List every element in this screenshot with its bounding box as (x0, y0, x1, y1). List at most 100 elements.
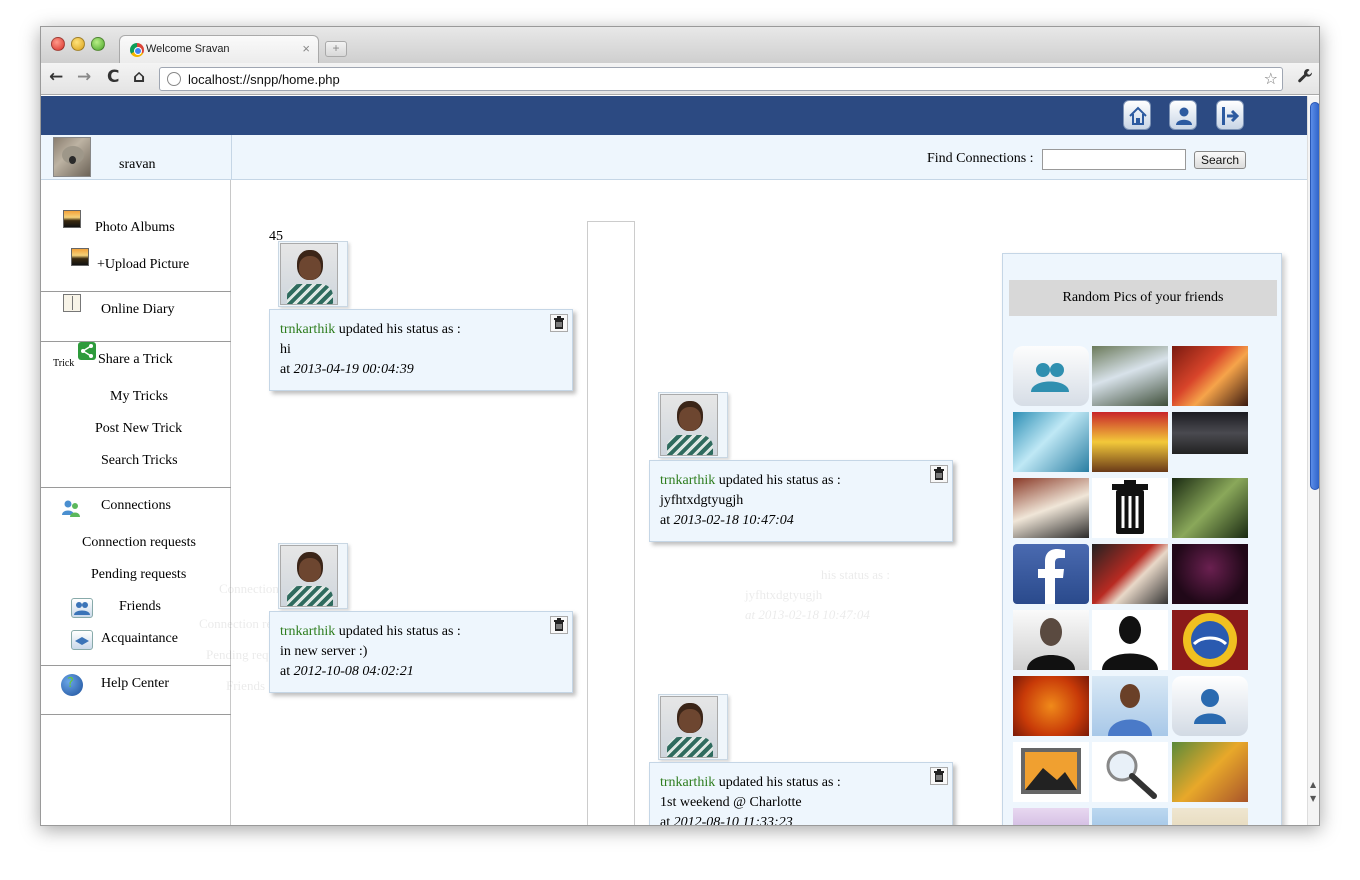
university-seal[interactable] (1172, 610, 1248, 670)
spiderman-photo[interactable] (1172, 346, 1248, 406)
post-action: updated his status as : (335, 322, 461, 337)
sidebar-item-share-trick[interactable]: Share a Trick (98, 352, 173, 368)
profile-icon[interactable] (1169, 100, 1197, 130)
sidebar-item-connections[interactable]: Connections (101, 498, 171, 514)
post-avatar[interactable] (658, 392, 728, 458)
sidebar-item-post-new-trick[interactable]: Post New Trick (95, 421, 182, 437)
group-icon[interactable] (1013, 346, 1089, 406)
list-item: trnkarthik updated his status as : in ne… (269, 611, 573, 693)
tab-welcome[interactable]: Welcome Sravan × (119, 35, 319, 63)
site-header (41, 96, 1307, 135)
facebook-logo[interactable] (1013, 544, 1089, 604)
divider (41, 714, 231, 715)
list-item: trnkarthik updated his status as : jyfht… (649, 460, 953, 542)
spiderman-city-photo[interactable] (1092, 544, 1168, 604)
sidebar-item-photo-albums[interactable]: Photo Albums (95, 220, 175, 236)
scroll-up-icon[interactable]: ▲ (1310, 780, 1316, 789)
sidebar-item-friends[interactable]: Friends (119, 599, 161, 615)
zoom-window-button[interactable] (91, 37, 105, 51)
post-status: hi (280, 342, 291, 357)
orange-flower-photo[interactable] (1013, 676, 1089, 736)
post-header: trnkarthik updated his status as : (660, 471, 942, 491)
chip-dale-photo[interactable] (1092, 412, 1168, 472)
spiderman-wall-photo[interactable] (1013, 478, 1089, 538)
sidebar-item-search-tricks[interactable]: Search Tricks (101, 453, 178, 469)
list-item: trnkarthik updated his status as : 1st w… (649, 762, 953, 825)
post-avatar[interactable] (278, 543, 348, 609)
silhouette-photo[interactable] (1092, 610, 1168, 670)
close-window-button[interactable] (51, 37, 65, 51)
forest-photo[interactable] (1172, 478, 1248, 538)
sidebar-item-acquaintance[interactable]: Acquaintance (101, 631, 178, 647)
wrench-icon[interactable] (1297, 68, 1313, 89)
sidebar-item-pending-requests[interactable]: Pending requests (91, 567, 186, 583)
ghost-text: jyfhtxdgtyugjh (745, 587, 823, 602)
avatar[interactable] (53, 137, 91, 177)
blue-doc-photo[interactable] (1092, 808, 1168, 825)
diary-icon (63, 294, 81, 312)
scroll-down-icon[interactable]: ▼ (1310, 794, 1316, 803)
post-username[interactable]: trnkarthik (280, 322, 335, 337)
trash-icon[interactable] (930, 767, 948, 785)
new-tab-button[interactable]: + (325, 41, 347, 57)
vertical-scrollbar[interactable]: ▲ ▼ (1307, 96, 1319, 825)
search-button[interactable]: Search (1194, 151, 1246, 169)
autumn-photo[interactable] (1172, 742, 1248, 802)
trash-icon[interactable] (1092, 478, 1168, 538)
post-time-prefix: at (280, 664, 294, 679)
post-username[interactable]: trnkarthik (280, 624, 335, 639)
sidebar-item-online-diary[interactable]: Online Diary (101, 302, 174, 318)
post-time: at 2012-10-08 04:02:21 (280, 662, 562, 682)
find-connections-label: Find Connections : (927, 151, 1034, 166)
ghost-text: his status as : (821, 567, 890, 582)
fireworks-photo[interactable] (1172, 544, 1248, 604)
tab-close-icon[interactable]: × (302, 41, 310, 56)
post-avatar[interactable] (658, 694, 728, 760)
user-icon[interactable] (1172, 676, 1248, 736)
browser-toolbar: ← → C ⌂ localhost://snpp/home.php ☆ (41, 63, 1319, 95)
ghost-text: Connection re (199, 616, 273, 631)
minimize-window-button[interactable] (71, 37, 85, 51)
post-username[interactable]: trnkarthik (660, 775, 715, 790)
forward-icon[interactable]: → (77, 67, 91, 87)
search-input[interactable] (1042, 149, 1186, 170)
divider (41, 487, 231, 488)
chrome-favicon-icon (130, 43, 144, 57)
runner-photo[interactable] (1172, 412, 1248, 454)
friends-icon (71, 598, 93, 618)
back-icon[interactable]: ← (49, 67, 63, 87)
user-name[interactable]: sravan (119, 157, 156, 173)
water-photo[interactable] (1013, 412, 1089, 472)
steve-jobs-photo[interactable] (1013, 610, 1089, 670)
sidebar-item-my-tricks[interactable]: My Tricks (110, 389, 168, 405)
ghost-text: Connections (219, 581, 284, 596)
acquaintance-icon (71, 630, 93, 650)
post-avatar[interactable] (278, 241, 348, 307)
magnifier-icon[interactable] (1092, 742, 1168, 802)
address-bar[interactable]: localhost://snpp/home.php ☆ (159, 67, 1283, 91)
man-portrait-photo[interactable] (1092, 676, 1168, 736)
sidebar-item-connection-requests[interactable]: Connection requests (82, 535, 196, 551)
post-status: 1st weekend @ Charlotte (660, 795, 802, 810)
trash-icon[interactable] (550, 314, 568, 332)
sidebar-item-upload-picture[interactable]: +Upload Picture (97, 257, 189, 273)
reload-icon[interactable]: C (107, 67, 119, 87)
purple-photo[interactable] (1013, 808, 1089, 825)
globe-icon (167, 72, 181, 86)
scroll-thumb[interactable] (1310, 102, 1319, 490)
sidebar-item-help-center[interactable]: Help Center (101, 676, 169, 692)
post-username[interactable]: trnkarthik (660, 473, 715, 488)
trash-icon[interactable] (930, 465, 948, 483)
sand-photo[interactable] (1172, 808, 1248, 825)
trash-icon[interactable] (550, 616, 568, 634)
ghost-text: at 2013-02-18 10:47:04 (745, 607, 870, 622)
waterfall-photo[interactable] (1092, 346, 1168, 406)
home-icon[interactable]: ⌂ (133, 67, 145, 87)
divider (41, 341, 231, 342)
picture-icon[interactable] (1013, 742, 1089, 802)
post-time: at 2013-04-19 00:04:39 (280, 360, 562, 380)
logout-icon[interactable] (1216, 100, 1244, 130)
home-icon[interactable] (1123, 100, 1151, 130)
ghost-text: Friends (226, 678, 265, 693)
star-icon[interactable]: ☆ (1264, 69, 1278, 88)
